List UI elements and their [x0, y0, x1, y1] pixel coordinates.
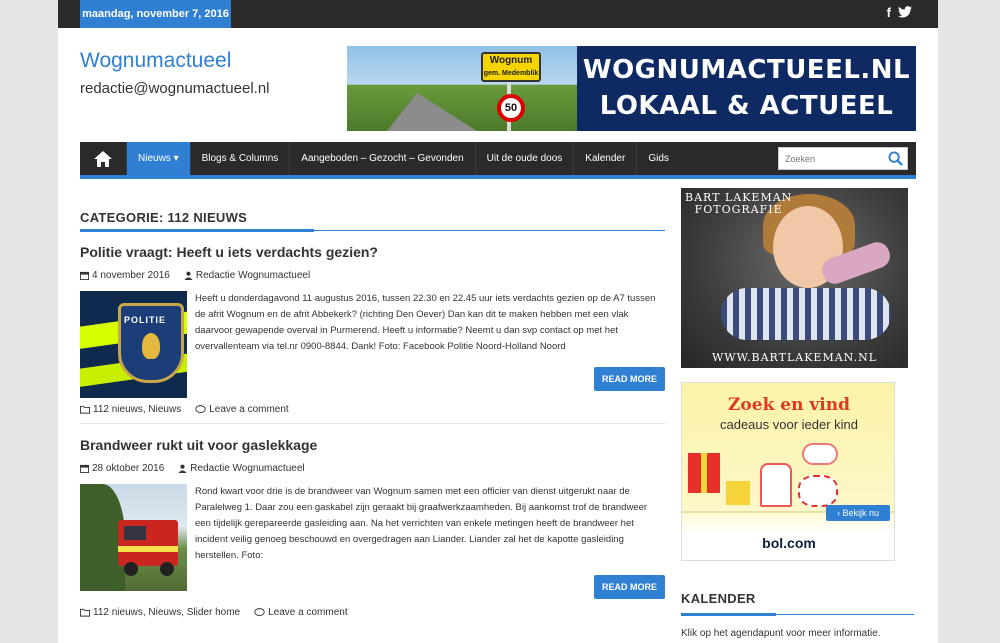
nav-item-oude-doos[interactable]: Uit de oude doos [474, 142, 574, 175]
category-divider-accent [80, 229, 314, 232]
toy-dog-icon [798, 475, 838, 507]
photo-caption-top: BART LAKEMAN FOTOGRAFIE [685, 191, 793, 216]
comment-icon [195, 405, 206, 413]
nav-accent-line [80, 175, 916, 179]
town-sign: Wognum gem. Medemblik [481, 52, 541, 82]
sidebar-photo-ad[interactable]: BART LAKEMAN FOTOGRAFIE WWW.BARTLAKEMAN.… [681, 188, 908, 368]
gift-icon [688, 453, 720, 493]
facebook-icon[interactable]: f [887, 6, 891, 21]
post-categories[interactable]: 112 nieuws, Nieuws, Slider home [93, 607, 240, 618]
post-date[interactable]: 28 oktober 2016 [92, 463, 164, 474]
calendar-icon [80, 464, 89, 473]
nav-item-kalender[interactable]: Kalender [573, 142, 636, 175]
search-input[interactable] [779, 148, 883, 169]
calendar-icon [80, 271, 89, 280]
banner-photo: Wognum gem. Medemblik 50 [347, 46, 577, 131]
post-thumbnail[interactable]: POLITIE [80, 291, 187, 398]
speed-limit-sign: 50 [497, 94, 525, 122]
post-excerpt: Heeft u donderdagavond 11 augustus 2016,… [195, 293, 656, 352]
post-divider [80, 423, 665, 424]
post-item: Politie vraagt: Heeft u iets verdachts g… [80, 244, 665, 424]
post-title[interactable]: Politie vraagt: Heeft u iets verdachts g… [80, 244, 378, 260]
road-shape [387, 93, 477, 131]
main-nav: Nieuws ▾ Blogs & Columns Aangeboden – Ge… [80, 142, 916, 175]
nav-item-aangeboden[interactable]: Aangeboden – Gezocht – Gevonden [289, 142, 474, 175]
post-author[interactable]: Redactie Wognumactueel [190, 463, 304, 474]
user-icon [184, 271, 193, 280]
kalender-heading: KALENDER [681, 591, 756, 606]
read-more-button[interactable]: READ MORE [594, 575, 665, 599]
banner-line-1: WOGNUMACTUEEL.NL [582, 55, 911, 85]
header-banner[interactable]: Wognum gem. Medemblik 50 WOGNUMACTUEEL.N… [347, 46, 916, 131]
sidebar-bol-ad[interactable]: Zoek en vind cadeaus voor ieder kind › B… [681, 382, 895, 561]
nav-item-blogs[interactable]: Blogs & Columns [189, 142, 290, 175]
kalender-text: Klik op het agendapunt voor meer informa… [681, 628, 881, 639]
page-container: Wognumactueel redactie@wognumactueel.nl … [58, 28, 938, 643]
thumbnail-text: POLITIE [124, 315, 167, 325]
town-sign-sub: gem. Medemblik [483, 70, 539, 77]
nav-item-nieuws[interactable]: Nieuws ▾ [126, 142, 190, 175]
twitter-icon[interactable] [898, 6, 912, 21]
kalender-divider-accent [681, 613, 776, 616]
fire-truck-icon [118, 520, 178, 566]
post-thumbnail[interactable] [80, 484, 187, 591]
home-icon[interactable] [80, 142, 126, 175]
photo-caption-bottom: WWW.BARTLAKEMAN.NL [712, 351, 877, 364]
category-heading: CATEGORIE: 112 NIEUWS [80, 210, 248, 225]
banner-text: WOGNUMACTUEEL.NL LOKAAL & ACTUEEL [577, 46, 916, 131]
comment-icon [254, 608, 265, 616]
post-meta: 28 oktober 2016 Redactie Wognumactueel [80, 463, 665, 474]
town-sign-name: Wognum [489, 55, 533, 66]
search-box [778, 147, 908, 170]
leave-comment-link[interactable]: Leave a comment [268, 607, 348, 618]
leave-comment-link[interactable]: Leave a comment [209, 404, 289, 415]
ad-subtitle: cadeaus voor ieder kind [719, 417, 859, 432]
post-footer: 112 nieuws, Nieuws Leave a comment [80, 404, 665, 415]
post-item: Brandweer rukt uit voor gaslekkage 28 ok… [80, 437, 665, 618]
read-more-button[interactable]: READ MORE [594, 367, 665, 391]
bol-logo: bol.com [762, 535, 816, 551]
post-author[interactable]: Redactie Wognumactueel [196, 270, 310, 281]
search-icon[interactable] [888, 151, 903, 171]
user-icon [178, 464, 187, 473]
post-footer: 112 nieuws, Nieuws, Slider home Leave a … [80, 607, 665, 618]
ad-bekijk-button[interactable]: › Bekijk nu [826, 505, 890, 521]
post-date[interactable]: 4 november 2016 [92, 270, 170, 281]
post-meta: 4 november 2016 Redactie Wognumactueel [80, 270, 665, 281]
site-email: redactie@wognumactueel.nl [80, 80, 270, 97]
ad-title: Zoek en vind [728, 395, 850, 415]
post-categories[interactable]: 112 nieuws, Nieuws [93, 404, 181, 415]
top-bar: maandag, november 7, 2016 f [58, 0, 938, 28]
social-links: f [887, 6, 912, 21]
post-excerpt: Rond kwart voor drie is de brandweer van… [195, 486, 648, 561]
nav-item-gids[interactable]: Gids [636, 142, 680, 175]
folder-icon [80, 608, 90, 617]
post-title[interactable]: Brandweer rukt uit voor gaslekkage [80, 437, 317, 453]
site-title[interactable]: Wognumactueel [80, 49, 231, 73]
banner-line-2: LOKAAL & ACTUEEL [599, 91, 894, 121]
current-date: maandag, november 7, 2016 [80, 0, 231, 28]
folder-icon [80, 405, 90, 414]
